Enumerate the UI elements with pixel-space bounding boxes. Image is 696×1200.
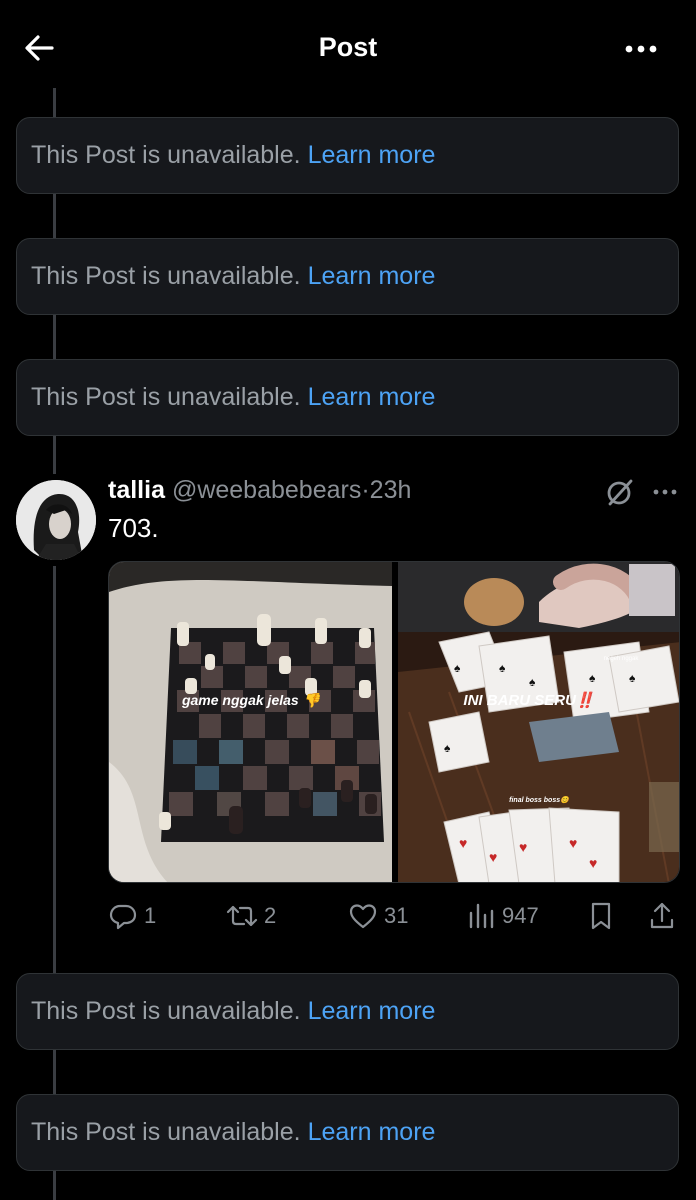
learn-more-link[interactable]: Learn more (308, 1118, 436, 1147)
unavailable-post-notice: This Post is unavailable. Learn more (16, 238, 679, 315)
left-caption: game nggak jelas 👎 (181, 692, 322, 709)
avatar-image (16, 480, 96, 560)
svg-text:♥: ♥ (489, 849, 497, 865)
learn-more-link[interactable]: Learn more (308, 141, 436, 170)
svg-text:♥: ♥ (589, 855, 597, 871)
reply-count: 1 (144, 903, 157, 928)
views-count: 947 (502, 903, 539, 928)
views-icon (469, 903, 494, 929)
grok-button[interactable] (604, 476, 636, 508)
avatar[interactable] (16, 480, 96, 560)
post-actions: 1 2 31 947 (108, 896, 680, 936)
media-image-right[interactable]: ♥ ♥ ♥ ♥ ♥ ♠ ♠ ♠ ♠ ♠ ♠ INI BARU SERU‼️ negeh nggak… (398, 562, 680, 883)
learn-more-link[interactable]: Learn more (308, 262, 436, 291)
svg-text:♥: ♥ (459, 835, 467, 851)
views-button[interactable]: 947 (468, 896, 539, 936)
learn-more-link[interactable]: Learn more (308, 997, 436, 1026)
svg-text:♠: ♠ (629, 671, 636, 685)
separator: · (361, 476, 370, 504)
like-button[interactable]: 31 (348, 896, 408, 936)
svg-text:♥: ♥ (569, 835, 577, 851)
post-media[interactable]: game nggak jelas 👎 ♥ ♥ ♥ ♥ ♥ ♠ ♠ ♠ ♠ ♠ ♠… (108, 561, 680, 883)
svg-text:♠: ♠ (529, 675, 536, 689)
share-button[interactable] (648, 896, 682, 936)
like-icon (349, 904, 377, 929)
unavailable-text: This Post is unavailable. (31, 383, 301, 411)
unavailable-text: This Post is unavailable. (31, 262, 301, 290)
reply-button[interactable]: 1 (108, 896, 156, 936)
more-icon (653, 489, 677, 495)
right-small-caption: final boss boss😊 (509, 795, 570, 804)
unavailable-post-notice: This Post is unavailable. Learn more (16, 1094, 679, 1171)
media-image-left[interactable]: game nggak jelas 👎 (109, 562, 392, 883)
repost-icon (226, 905, 258, 927)
unavailable-text: This Post is unavailable. (31, 141, 301, 169)
unavailable-post-notice: This Post is unavailable. Learn more (16, 117, 679, 194)
right-caption: INI BARU SERU‼️ (463, 691, 594, 709)
svg-text:♠: ♠ (589, 671, 596, 685)
display-name[interactable]: tallia (108, 476, 165, 504)
right-small-caption: negeh nggak (604, 656, 640, 662)
more-options-button[interactable] (620, 34, 666, 64)
share-icon (650, 902, 674, 929)
post-header: tallia @weebabebears·23h (108, 476, 411, 505)
learn-more-link[interactable]: Learn more (308, 383, 436, 412)
repost-button[interactable]: 2 (226, 896, 276, 936)
grok-icon (607, 479, 633, 506)
top-bar: Post (0, 0, 696, 100)
unavailable-text: This Post is unavailable. (31, 1118, 301, 1146)
handle[interactable]: @weebabebears (172, 476, 361, 504)
unavailable-text: This Post is unavailable. (31, 997, 301, 1025)
svg-text:♠: ♠ (444, 741, 451, 755)
more-icon (625, 45, 657, 53)
svg-text:♥: ♥ (519, 839, 527, 855)
like-count: 31 (384, 903, 409, 928)
bookmark-button[interactable] (588, 896, 620, 936)
reply-icon (109, 904, 137, 930)
repost-count: 2 (264, 903, 277, 928)
svg-text:♠: ♠ (454, 661, 461, 675)
post-text: 703. (108, 513, 159, 543)
bookmark-icon (591, 902, 611, 930)
unavailable-post-notice: This Post is unavailable. Learn more (16, 359, 679, 436)
post-more-button[interactable] (650, 484, 680, 500)
svg-text:♠: ♠ (499, 661, 506, 675)
unavailable-post-notice: This Post is unavailable. Learn more (16, 973, 679, 1050)
timestamp[interactable]: 23h (370, 476, 412, 504)
page-title: Post (318, 32, 378, 62)
